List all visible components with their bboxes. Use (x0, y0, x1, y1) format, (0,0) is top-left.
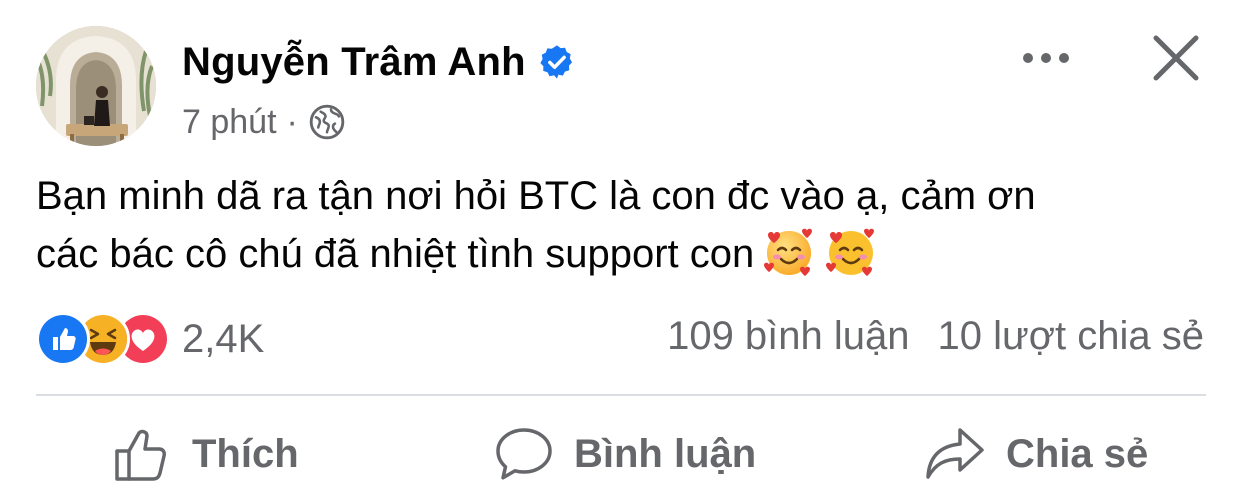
author-name[interactable]: Nguyễn Trâm Anh (182, 38, 526, 86)
verified-badge-icon (538, 43, 576, 81)
reactions-summary[interactable]: 2,4K (36, 312, 264, 366)
share-button-label: Chia sẻ (1006, 432, 1149, 476)
post-text: Bạn minh dã ra tận nơi hỏi BTC là con đc… (36, 168, 1206, 283)
comment-bubble-icon (496, 428, 552, 480)
share-button[interactable]: Chia sẻ (924, 424, 1148, 484)
close-button[interactable] (1150, 32, 1202, 84)
author-header: Nguyễn Trâm Anh (182, 38, 576, 86)
more-options-icon (1023, 53, 1069, 63)
thumbs-up-outline-icon (115, 429, 166, 481)
share-arrow-icon (926, 428, 984, 479)
smiling-face-with-hearts-icon (824, 225, 878, 279)
shares-count[interactable]: 10 lượt chia sẻ (938, 312, 1204, 360)
more-options-button[interactable] (1016, 38, 1076, 78)
comment-button[interactable]: Bình luận (494, 424, 756, 484)
like-button[interactable]: Thích (112, 424, 299, 484)
avatar-photo (36, 26, 156, 146)
comments-count[interactable]: 109 bình luận (667, 312, 909, 360)
post-timestamp[interactable]: 7 phút (182, 100, 277, 144)
post-meta: 7 phút · (182, 100, 346, 144)
divider (36, 394, 1206, 396)
like-reaction-icon (36, 312, 90, 366)
close-icon (1153, 35, 1199, 81)
post-text-line-2: các bác cô chú đã nhiệt tình support con (36, 225, 1206, 283)
meta-separator: · (286, 103, 298, 141)
post-text-line-1: Bạn minh dã ra tận nơi hỏi BTC là con đc… (36, 174, 1036, 218)
action-bar: Thích Bình luận Chia sẻ (0, 410, 1242, 500)
globe-icon[interactable] (308, 103, 346, 141)
like-button-label: Thích (192, 432, 299, 476)
smiling-face-with-hearts-icon (762, 225, 816, 279)
author-avatar[interactable] (36, 26, 156, 146)
post-text-line-2-content: các bác cô chú đã nhiệt tình support con (36, 232, 755, 276)
post-stats: 109 bình luận 10 lượt chia sẻ (667, 312, 1204, 360)
reactions-count[interactable]: 2,4K (182, 315, 264, 363)
comment-button-label: Bình luận (574, 432, 757, 476)
